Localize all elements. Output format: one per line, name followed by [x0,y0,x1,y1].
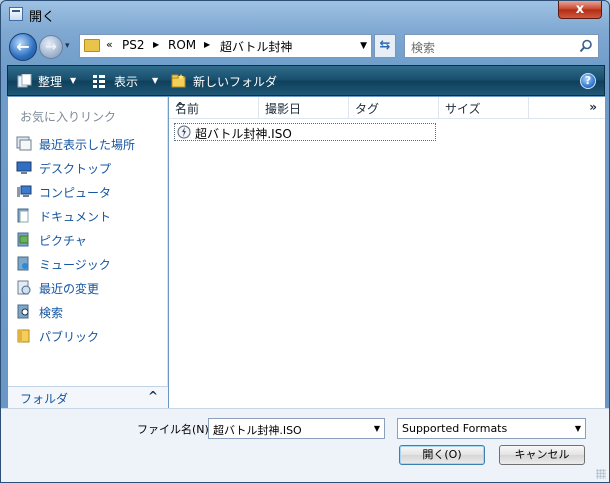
file-type-value: Supported Formats [402,422,508,435]
window-title: 開く [29,10,56,25]
sidebar-item-pictures[interactable]: ピクチャ [14,229,164,251]
breadcrumb-ps2[interactable]: PS2 [122,38,145,52]
favorite-links-heading: お気に入りリンク [20,110,117,124]
sidebar-item-label: ピクチャ [39,234,87,248]
folders-toggle[interactable]: フォルダ ^ [8,386,168,408]
sidebar-item-label: 最近表示した場所 [39,138,136,152]
file-list-item[interactable]: 超バトル封神.ISO [174,123,436,141]
column-header-size[interactable]: サイズ [439,97,529,119]
sidebar-item-music[interactable]: ミュージック [14,253,164,275]
sidebar-item-recently-changed[interactable]: 最近の変更 [14,277,164,299]
searches-icon [17,304,29,319]
column-header-date-taken[interactable]: 撮影日 [259,97,349,119]
command-toolbar: 整理 ▼ 表示 ▼ 新しいフォルダ ? [7,65,605,96]
sidebar-item-label: コンピュータ [39,186,112,200]
column-header-tags[interactable]: タグ [349,97,439,119]
documents-icon [17,208,29,223]
more-columns-button[interactable]: » [589,100,597,114]
sidebar-item-desktop[interactable]: デスクトップ [14,157,164,179]
sidebar-item-label: 最近の変更 [39,282,100,296]
file-name: 超バトル封神.ISO [195,127,292,141]
search-input[interactable]: 検索 [404,34,599,58]
new-folder-button[interactable]: 新しいフォルダ [193,73,277,90]
recent-places-icon [16,136,32,151]
address-bar[interactable]: « PS2 ▶ ROM ▶ 超バトル封神 ▼ [79,34,372,58]
title-bar[interactable]: 開く x [1,1,609,27]
sidebar-item-computer[interactable]: コンピュータ [14,181,164,203]
filename-input[interactable]: 超バトル封神.ISO ▼ [208,418,385,439]
breadcrumb-arrow-icon[interactable]: ▶ [204,40,210,49]
sidebar-item-searches[interactable]: 検索 [14,301,164,323]
new-folder-icon [171,74,186,88]
open-dialog: 開く x ← → ▾ « PS2 ▶ ROM ▶ 超バトル封神 ▼ ⇆ 検索 整… [0,0,610,483]
breadcrumb-arrow-icon[interactable]: ▶ [153,40,159,49]
disc-image-icon [177,125,191,139]
window-icon [9,7,23,21]
public-folder-icon [17,329,30,343]
music-icon [17,256,29,271]
column-header-label: タグ [355,102,380,116]
organize-icon [17,74,32,88]
open-button[interactable]: 開く(O) [399,445,485,465]
filename-value[interactable]: 超バトル封神.ISO [213,422,302,438]
breadcrumb-current[interactable]: 超バトル封神 [220,38,292,55]
desktop-icon [16,161,32,174]
file-type-select[interactable]: Supported Formats ▼ [397,418,586,439]
chevron-down-icon[interactable]: ▼ [152,76,158,85]
sort-ascending-icon: ^ [175,100,186,114]
sidebar-item-public[interactable]: パブリック [14,325,164,347]
column-header-label: サイズ [445,102,481,116]
computer-icon [17,185,32,197]
navigation-pane: お気に入りリンク 最近表示した場所 デスクトップ コンピュータ ドキュメント ピ… [8,97,168,408]
sidebar-item-label: パブリック [39,330,100,344]
close-button[interactable]: x [558,1,602,19]
folder-icon [84,39,100,52]
recent-pages-dropdown[interactable]: ▾ [65,41,77,51]
chevron-down-icon[interactable]: ▼ [575,424,581,433]
chevron-down-icon[interactable]: ▼ [374,424,380,433]
file-list-pane: 名前 ^ 撮影日 タグ サイズ » 超バトル封神.ISO [169,97,605,408]
column-header-name[interactable]: 名前 ^ [169,97,259,119]
views-icon [93,75,105,88]
search-icon[interactable] [579,39,593,53]
sidebar-item-label: ミュージック [39,258,111,272]
chevron-up-icon[interactable]: ^ [148,389,158,403]
breadcrumb-rom[interactable]: ROM [168,38,196,52]
sidebar-item-recent-places[interactable]: 最近表示した場所 [14,133,164,155]
sidebar-item-label: 検索 [39,306,64,320]
forward-button[interactable]: → [39,35,63,59]
cancel-button[interactable]: キャンセル [499,445,585,465]
sidebar-item-label: デスクトップ [39,162,112,176]
filename-label: ファイル名(N): [137,423,213,436]
chevron-down-icon[interactable]: ▼ [360,41,367,51]
column-header-row: 名前 ^ 撮影日 タグ サイズ » [169,97,605,119]
column-header-label: 撮影日 [265,102,302,116]
address-overflow[interactable]: « [106,38,113,51]
help-icon[interactable]: ? [580,73,596,89]
back-button[interactable]: ← [9,33,37,61]
recently-changed-icon [17,280,31,295]
chevron-down-icon[interactable]: ▼ [70,76,76,85]
organize-button[interactable]: 整理 [38,73,62,90]
refresh-button[interactable]: ⇆ [374,34,396,58]
dialog-footer: ファイル名(N): 超バトル封神.ISO ▼ Supported Formats… [1,408,609,482]
views-button[interactable]: 表示 [114,73,138,90]
search-placeholder: 検索 [411,41,436,55]
folders-label: フォルダ [20,392,69,406]
sidebar-item-label: ドキュメント [39,210,112,224]
sidebar-item-documents[interactable]: ドキュメント [14,205,164,227]
resize-grip[interactable] [596,469,606,479]
pictures-icon [17,232,29,247]
